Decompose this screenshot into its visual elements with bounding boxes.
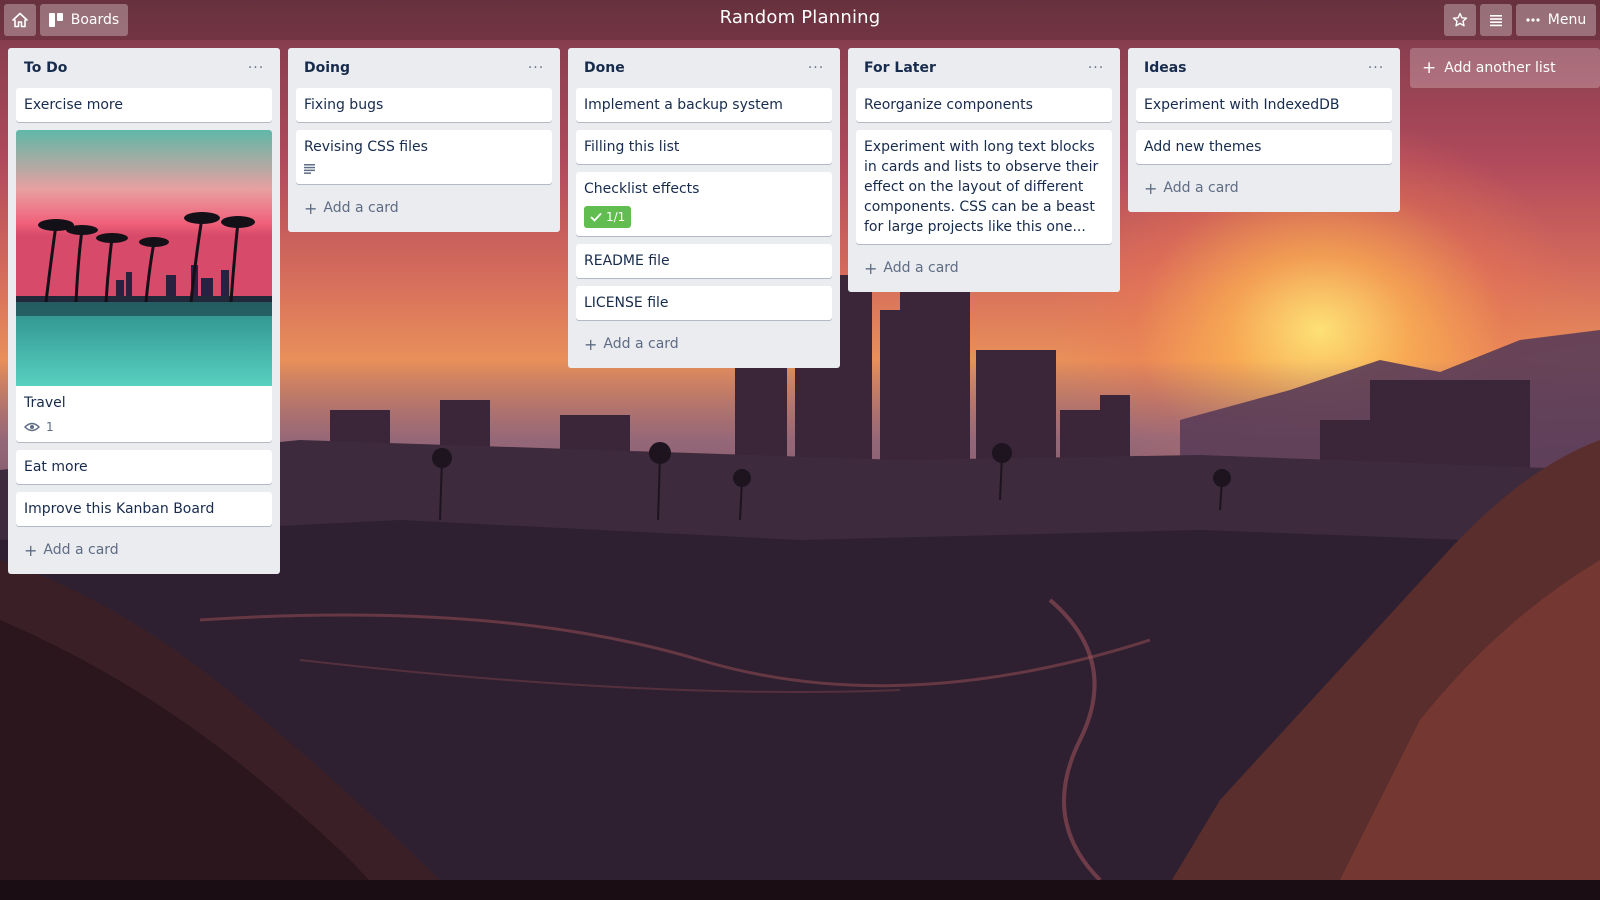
watch-count: 1 — [46, 420, 54, 434]
card-title: Exercise more — [24, 97, 123, 113]
add-card-button[interactable]: + Add a card — [856, 252, 1112, 284]
card[interactable]: Improve this Kanban Board — [16, 492, 272, 526]
list-menu-button[interactable]: ··· — [244, 60, 268, 76]
add-card-button[interactable]: + Add a card — [1136, 172, 1392, 204]
list-done: Done ··· Implement a backup system Filli… — [568, 48, 840, 368]
card-title: Reorganize components — [864, 97, 1033, 113]
plus-icon: + — [1422, 58, 1437, 78]
add-list-label: Add another list — [1444, 60, 1556, 76]
eye-icon — [24, 422, 40, 432]
list-to-do: To Do ··· Exercise more Travel 1 Eat mor… — [8, 48, 280, 574]
card[interactable]: Experiment with IndexedDB — [1136, 88, 1392, 122]
activity-button[interactable] — [1480, 4, 1512, 36]
palm-sunset-image — [16, 130, 272, 386]
add-card-button[interactable]: + Add a card — [576, 328, 832, 360]
card[interactable]: Add new themes — [1136, 130, 1392, 164]
card[interactable]: Revising CSS files — [296, 130, 552, 184]
card-title: README file — [584, 253, 670, 269]
star-icon — [1452, 12, 1468, 27]
add-card-label: Add a card — [43, 542, 119, 558]
list-for-later: For Later ··· Reorganize components Expe… — [848, 48, 1120, 292]
card-title: Revising CSS files — [304, 139, 428, 155]
check-icon — [590, 212, 602, 222]
card-title: Eat more — [24, 459, 88, 475]
list-header: For Later ··· — [856, 48, 1112, 88]
add-card-label: Add a card — [883, 260, 959, 276]
menu-label: Menu — [1547, 12, 1587, 28]
checklist-badge: 1/1 — [584, 206, 632, 228]
menu-button[interactable]: Menu — [1516, 4, 1596, 36]
card-title: Add new themes — [1144, 139, 1262, 155]
card-title: Travel — [24, 395, 66, 411]
watch-badge: 1 — [24, 420, 54, 434]
list-menu-button[interactable]: ··· — [1084, 60, 1108, 76]
checklist-count: 1/1 — [606, 210, 626, 224]
list-header: Done ··· — [576, 48, 832, 88]
activity-icon — [1490, 15, 1502, 27]
ellipsis-icon — [1526, 18, 1540, 22]
card[interactable]: Filling this list — [576, 130, 832, 164]
add-card-label: Add a card — [603, 336, 679, 352]
list-menu-button[interactable]: ··· — [1364, 60, 1388, 76]
plus-icon: + — [584, 334, 598, 354]
card-title: Checklist effects — [584, 181, 700, 197]
plus-icon: + — [1144, 178, 1158, 198]
list-title[interactable]: Doing — [304, 60, 350, 76]
list-ideas: Ideas ··· Experiment with IndexedDB Add … — [1128, 48, 1400, 212]
plus-icon: + — [864, 258, 878, 278]
add-card-label: Add a card — [1163, 180, 1239, 196]
add-card-button[interactable]: + Add a card — [16, 534, 272, 566]
card[interactable]: LICENSE file — [576, 286, 832, 320]
card[interactable]: Checklist effects 1/1 — [576, 172, 832, 236]
list-header: To Do ··· — [16, 48, 272, 88]
board-header: Boards Random Planning Menu — [0, 0, 1600, 40]
list-menu-button[interactable]: ··· — [524, 60, 548, 76]
add-list-button[interactable]: + Add another list — [1410, 48, 1600, 88]
list-title[interactable]: To Do — [24, 60, 67, 76]
card[interactable]: Exercise more — [16, 88, 272, 122]
list-menu-button[interactable]: ··· — [804, 60, 828, 76]
list-doing: Doing ··· Fixing bugs Revising CSS files… — [288, 48, 560, 232]
board-title[interactable]: Random Planning — [0, 7, 1600, 28]
card-title: Filling this list — [584, 139, 680, 155]
card-cover-illustration — [16, 130, 272, 386]
card-title: Fixing bugs — [304, 97, 384, 113]
plus-icon: + — [304, 198, 318, 218]
list-title[interactable]: Done — [584, 60, 625, 76]
add-card-label: Add a card — [323, 200, 399, 216]
card-badges — [296, 164, 552, 184]
add-card-button[interactable]: + Add a card — [296, 192, 552, 224]
card-badges: 1 — [16, 420, 272, 442]
card[interactable]: Experiment with long text blocks in card… — [856, 130, 1112, 244]
list-header: Doing ··· — [296, 48, 552, 88]
description-icon — [304, 164, 315, 174]
card-title: Improve this Kanban Board — [24, 501, 215, 517]
card[interactable]: Implement a backup system — [576, 88, 832, 122]
card-title: Experiment with IndexedDB — [1144, 97, 1340, 113]
card-with-cover[interactable]: Travel 1 — [16, 130, 272, 442]
list-header: Ideas ··· — [1136, 48, 1392, 88]
plus-icon: + — [24, 540, 38, 560]
star-button[interactable] — [1444, 4, 1476, 36]
list-title[interactable]: For Later — [864, 60, 936, 76]
card[interactable]: README file — [576, 244, 832, 278]
card-title: Experiment with long text blocks in card… — [864, 139, 1099, 235]
card-badges: 1/1 — [576, 206, 832, 236]
card[interactable]: Reorganize components — [856, 88, 1112, 122]
card-title: Implement a backup system — [584, 97, 783, 113]
card[interactable]: Eat more — [16, 450, 272, 484]
card-title: LICENSE file — [584, 295, 669, 311]
list-title[interactable]: Ideas — [1144, 60, 1187, 76]
card[interactable]: Fixing bugs — [296, 88, 552, 122]
